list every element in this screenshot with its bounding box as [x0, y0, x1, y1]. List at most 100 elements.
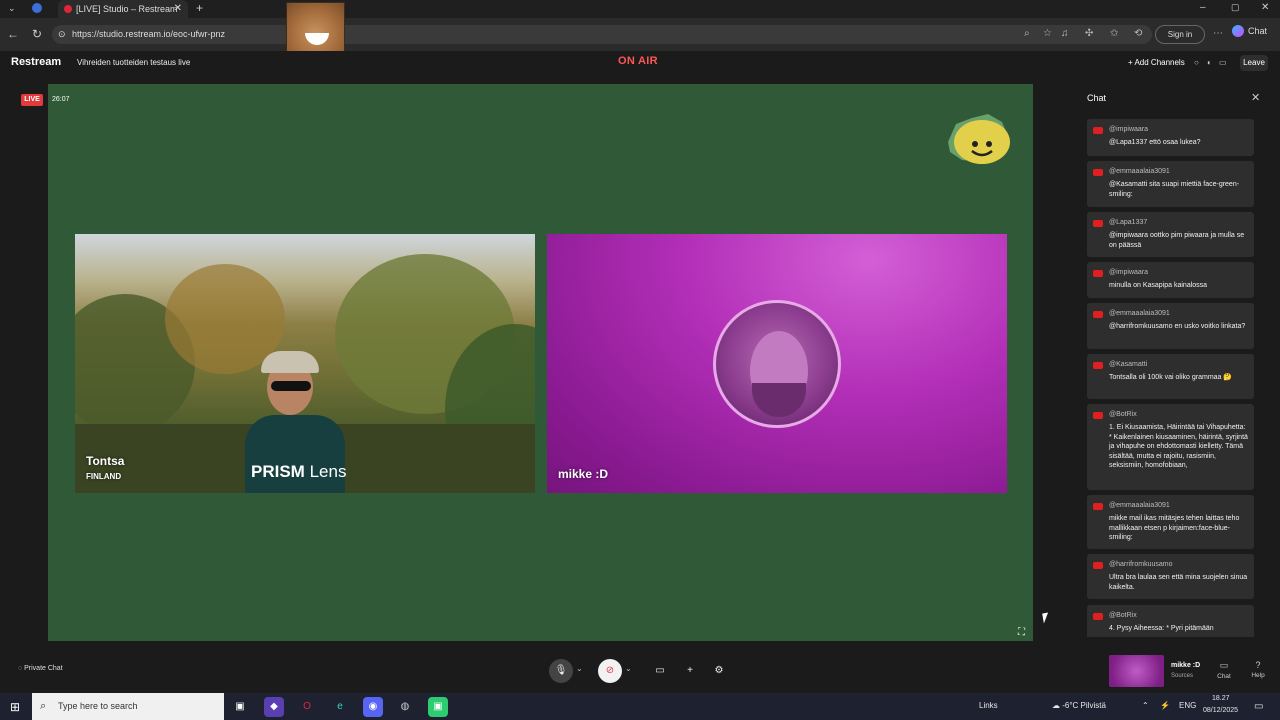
- history-icon[interactable]: ⟲: [1134, 28, 1142, 39]
- links-toolbar[interactable]: Links: [979, 701, 998, 710]
- participant-tile-tontsa[interactable]: [75, 234, 535, 493]
- chat-message: @harrifromkuusamo Ultra bra laulaa sen et…: [1087, 554, 1254, 599]
- participant-name-tontsa: Tontsa: [86, 454, 125, 468]
- settings-icon[interactable]: ○: [1194, 58, 1199, 67]
- copilot-icon: [1232, 25, 1244, 37]
- clock-time[interactable]: 18.27: [1212, 695, 1230, 702]
- microphone-button[interactable]: 🎙: [549, 659, 573, 683]
- copilot-label: Chat: [1248, 26, 1268, 36]
- mouse-cursor-icon: [1042, 612, 1050, 624]
- favorite-star-icon[interactable]: ☆: [1043, 28, 1052, 39]
- studio-controls-bar: [0, 653, 1280, 693]
- refresh-icon[interactable]: ↻: [30, 27, 44, 41]
- leave-button[interactable]: Leave: [1240, 55, 1268, 71]
- zoom-icon[interactable]: ⌕: [1024, 28, 1030, 39]
- site-info-icon[interactable]: ⊙: [58, 25, 66, 44]
- more-menu-icon[interactable]: ⋯: [1213, 28, 1223, 39]
- settings-button[interactable]: ⚙: [707, 659, 731, 683]
- chat-message: @emmaaalaia3091 @Kasamatti sita suapi mie…: [1087, 161, 1254, 207]
- chat-user: @Lapa1337: [1109, 219, 1148, 226]
- chat-message: @BotRix 1. Ei Kiusaamista, Häirintää tai …: [1087, 404, 1254, 490]
- close-window-icon[interactable]: ✕: [1261, 2, 1269, 13]
- youtube-icon: [1093, 412, 1103, 419]
- youtube-icon: [1093, 562, 1103, 569]
- new-tab-icon[interactable]: +: [196, 1, 203, 15]
- stream-title[interactable]: Vihreiden tuotteiden testaus live: [77, 58, 190, 67]
- opera-icon[interactable]: O: [297, 697, 317, 717]
- screen-share-icon: ▭: [655, 665, 665, 676]
- close-chat-icon[interactable]: ✕: [1251, 91, 1260, 104]
- help-label: Help: [1251, 672, 1265, 679]
- microphone-icon: 🎙: [554, 665, 568, 676]
- task-view-icon[interactable]: ▣: [230, 697, 250, 717]
- app-icon[interactable]: ◆: [264, 697, 284, 717]
- camera-off-icon: ⊘: [605, 665, 615, 676]
- minimize-icon[interactable]: –: [1200, 2, 1206, 13]
- mic-options-chevron-icon[interactable]: ⌄: [576, 664, 583, 673]
- camera-options-chevron-icon[interactable]: ⌄: [625, 664, 632, 673]
- chat-user: @emmaaalaia3091: [1109, 168, 1170, 175]
- maximize-icon[interactable]: ▢: [1231, 2, 1240, 13]
- plus-icon: +: [687, 665, 693, 676]
- on-air-indicator: ON AIR: [618, 55, 658, 67]
- chat-user: @Kasamatti: [1109, 361, 1148, 368]
- stream-timer: 26:07: [52, 96, 70, 103]
- chat-text: Ultra bra laulaa sen että mina suojelen …: [1109, 574, 1248, 591]
- guest-name: mikke :D: [1171, 662, 1201, 669]
- tab-restream-studio[interactable]: [LIVE] Studio – Restream ✕: [58, 0, 188, 18]
- favorites-icon[interactable]: ✩: [1110, 28, 1118, 39]
- windows-start-icon[interactable]: ⊞: [10, 700, 20, 714]
- url-field[interactable]: ⊙ https://studio.restream.io/eoc-ufwr-pn…: [52, 25, 1152, 44]
- chat-text: @impiwaara oottko pim piwaara ja mulla s…: [1109, 232, 1245, 249]
- chat-text: @harrifromkuusamo en usko voitko linkata…: [1109, 323, 1246, 330]
- chat-text: minulla on Kasapipa kainalossa: [1109, 282, 1208, 289]
- cloud-icon: ☁: [1052, 701, 1060, 710]
- chat-toggle-button[interactable]: ▭ Chat: [1212, 660, 1236, 680]
- edge-icon[interactable]: e: [330, 697, 350, 717]
- sign-in-button[interactable]: Sign in: [1155, 25, 1205, 44]
- search-icon: ⌕: [40, 700, 47, 712]
- chat-message: @emmaaalaia3091 mikke mail ikas mitäsjes …: [1087, 495, 1254, 549]
- close-tab-icon[interactable]: ✕: [174, 0, 182, 18]
- network-icon[interactable]: ⚡: [1160, 701, 1170, 710]
- gear-icon: ⚙: [714, 665, 724, 676]
- copilot-button[interactable]: Chat: [1232, 25, 1268, 37]
- tab-list-icon[interactable]: ⌄: [8, 3, 16, 14]
- participant-tile-mikke[interactable]: [547, 234, 1007, 493]
- private-chat-button[interactable]: ◌ Private Chat: [18, 665, 63, 672]
- tab-title: [LIVE] Studio – Restream: [76, 4, 178, 14]
- prism-lens-watermark: PRISM Lens: [251, 462, 347, 481]
- guest-sources: Sources: [1171, 673, 1194, 679]
- participant-name-mikke: mikke :D: [558, 467, 609, 481]
- chat-text: mikke mail ikas mitäsjes tehen laittas t…: [1109, 515, 1240, 541]
- chat-message-list[interactable]: @impiwaara @Lapa1337 ettö osaa lukea? @em…: [1087, 119, 1254, 637]
- tray-overflow-icon[interactable]: ⌃: [1142, 701, 1149, 710]
- fullscreen-icon[interactable]: ⛶: [1018, 627, 1025, 638]
- browser-profile-icon[interactable]: [32, 3, 42, 13]
- language-indicator[interactable]: ENG: [1179, 701, 1196, 710]
- info-icon[interactable]: ◐: [1207, 58, 1212, 67]
- active-app-icon[interactable]: ▣: [428, 697, 448, 717]
- youtube-icon: [1093, 362, 1103, 369]
- chat-message: @impiwaara @Lapa1337 ettö osaa lukea?: [1087, 119, 1254, 156]
- chat-title: Chat: [1087, 93, 1107, 103]
- notifications-icon[interactable]: ▭: [1254, 701, 1263, 712]
- discord-icon[interactable]: ◉: [363, 697, 383, 717]
- clock-date[interactable]: 08/12/2025: [1203, 707, 1238, 714]
- chat-user: @emmaaalaia3091: [1109, 502, 1170, 509]
- extensions-icon[interactable]: ✣: [1085, 28, 1093, 39]
- app-icon-gray[interactable]: ◍: [395, 697, 415, 717]
- read-aloud-icon[interactable]: ♫: [1061, 28, 1069, 39]
- help-button[interactable]: ? Help: [1246, 660, 1270, 679]
- weather-widget[interactable]: ☁ -6°C Pilvistä: [1052, 701, 1106, 710]
- chat-text: 1. Ei Kiusaamista, Häirintää tai Vihapuh…: [1109, 424, 1248, 469]
- restream-logo[interactable]: Restream: [11, 56, 61, 68]
- taskbar-search[interactable]: ⌕ Type here to search: [32, 693, 224, 720]
- add-button[interactable]: +: [678, 659, 702, 683]
- share-screen-button[interactable]: ▭: [648, 659, 672, 683]
- back-icon[interactable]: ←: [6, 27, 20, 41]
- add-channels-button[interactable]: + Add Channels: [1128, 58, 1185, 67]
- guest-thumbnail[interactable]: [1109, 655, 1164, 687]
- share-icon[interactable]: ▭: [1219, 58, 1227, 67]
- camera-off-button[interactable]: ⊘: [598, 659, 622, 683]
